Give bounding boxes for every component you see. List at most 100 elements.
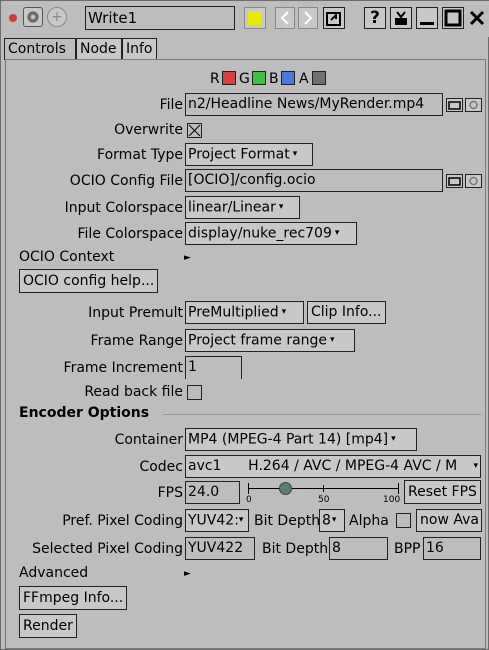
advanced-label[interactable]: Advanced [19, 563, 88, 583]
frame-increment-field[interactable]: 1 [185, 356, 242, 379]
file-browse-button[interactable] [446, 98, 463, 112]
codec-value: avc1 H.264 / AVC / MPEG-4 AVC / M [188, 458, 458, 474]
dropdown-arrow-icon: ▾ [281, 307, 287, 317]
selected-pixel-coding-field: YUV422 [185, 537, 255, 560]
container-dropdown[interactable]: MP4 (MPEG-4 Part 14) [mp4] ▾ [185, 428, 417, 451]
file-colorspace-value: display/nuke_rec709 [188, 225, 332, 242]
float-button[interactable] [323, 7, 345, 29]
channel-r-label: R [210, 71, 220, 87]
ocio-config-file-field[interactable]: [OCIO]/config.ocio [185, 169, 443, 192]
pref-pixel-coding-label: Pref. Pixel Coding [62, 513, 183, 529]
selected-bit-depth-label: Bit Depth [262, 541, 329, 557]
input-colorspace-label: Input Colorspace [64, 200, 183, 216]
slider-tick-label-50: 50 [318, 495, 330, 505]
channel-b-checkbox[interactable] [281, 71, 295, 85]
title-bar: + Write1 ? [1, 1, 489, 37]
slider-tick [398, 483, 399, 494]
bit-depth-dropdown[interactable]: 8▾ [319, 509, 345, 532]
format-type-dropdown[interactable]: Project Format ▾ [185, 143, 313, 166]
pref-pixel-coding-dropdown[interactable]: YUV42:▾ [185, 509, 249, 532]
node-icon-button[interactable] [23, 7, 43, 27]
alpha-checkbox[interactable] [396, 513, 411, 528]
file-colorspace-dropdown[interactable]: display/nuke_rec709 ▾ [185, 222, 357, 245]
input-premult-value: PreMultiplied [188, 304, 279, 321]
refresh-icon [469, 176, 478, 186]
ocio-config-help-button[interactable]: OCIO config help... [19, 269, 159, 293]
plus-icon: + [51, 9, 63, 25]
input-colorspace-value: linear/Linear [188, 199, 276, 216]
channel-r-checkbox[interactable] [222, 71, 236, 85]
ocio-browse-button[interactable] [446, 174, 463, 188]
maximize-button[interactable] [442, 7, 464, 29]
bit-depth-label: Bit Depth [254, 513, 321, 529]
read-back-file-checkbox[interactable] [187, 385, 202, 400]
defaults-icon [395, 11, 407, 25]
render-button[interactable]: Render [19, 614, 77, 638]
channel-g-checkbox[interactable] [252, 71, 266, 85]
frame-range-label: Frame Range [90, 333, 183, 349]
fps-label: FPS [157, 485, 183, 501]
help-button[interactable]: ? [364, 7, 386, 29]
dropdown-arrow-icon: ▾ [292, 149, 298, 159]
reset-fps-button[interactable]: Reset FPS [404, 480, 481, 504]
bit-depth-value: 8 [322, 512, 331, 529]
close-button[interactable] [467, 7, 487, 29]
dropdown-arrow-icon: ▾ [238, 515, 244, 525]
format-type-label: Format Type [97, 147, 183, 163]
ffmpeg-info-button[interactable]: FFmpeg Info... [19, 586, 128, 610]
ocio-config-file-label: OCIO Config File [69, 173, 183, 189]
expand-triangle-icon[interactable]: ► [184, 569, 191, 579]
input-colorspace-dropdown[interactable]: linear/Linear ▾ [185, 196, 300, 219]
channel-a-label: A [299, 71, 309, 87]
pref-pixel-coding-value: YUV42: [188, 512, 239, 529]
next-button[interactable] [298, 7, 318, 29]
checkmark-x-icon [188, 124, 201, 137]
node-name-field[interactable]: Write1 [85, 6, 235, 30]
codec-label: Codec [139, 459, 183, 475]
file-refresh-button[interactable] [465, 98, 482, 112]
overwrite-checkbox[interactable] [187, 123, 202, 138]
channel-b-label: B [269, 71, 279, 87]
frame-range-dropdown[interactable]: Project frame range ▾ [185, 329, 355, 352]
slider-tick-label-0: 0 [246, 495, 252, 505]
chevron-left-icon [280, 11, 289, 25]
tab-controls[interactable]: Controls [4, 38, 76, 60]
add-icon-button[interactable]: + [47, 7, 67, 27]
dropdown-arrow-icon: ▾ [473, 461, 478, 471]
channel-a-checkbox[interactable] [312, 71, 326, 85]
prev-button[interactable] [275, 7, 295, 29]
close-icon [469, 10, 485, 26]
tab-node[interactable]: Node [76, 38, 122, 60]
refresh-icon [469, 100, 478, 110]
file-path-field[interactable]: n2/Headline News/MyRender.mp4 [185, 93, 443, 116]
chevron-right-icon [304, 11, 313, 25]
clip-info-button[interactable]: Clip Info... [307, 301, 386, 324]
ocio-context-label[interactable]: OCIO Context [19, 247, 114, 267]
bpp-field: 16 [423, 537, 481, 560]
codec-dropdown[interactable]: avc1 H.264 / AVC / MPEG-4 AVC / M ▾ [185, 455, 481, 478]
fps-field[interactable]: 24.0 [185, 481, 240, 504]
input-premult-dropdown[interactable]: PreMultiplied ▾ [185, 301, 304, 324]
dropdown-arrow-icon: ▾ [278, 202, 284, 212]
file-label: File [159, 97, 183, 113]
overwrite-label: Overwrite [114, 122, 183, 138]
defaults-button[interactable] [390, 7, 412, 29]
ocio-refresh-button[interactable] [465, 174, 482, 188]
channel-g-label: G [239, 71, 250, 87]
color-swatch-icon [248, 11, 262, 25]
dropdown-arrow-icon: ▾ [331, 515, 337, 525]
slider-tick [248, 483, 249, 494]
gear-icon [27, 11, 39, 23]
node-color-button[interactable] [244, 7, 266, 29]
expand-triangle-icon[interactable]: ► [184, 253, 191, 263]
fps-slider[interactable]: 0 50 100 [246, 478, 403, 506]
maximize-icon [444, 9, 462, 27]
show-available-button[interactable]: now Ava [416, 509, 482, 532]
format-type-value: Project Format [188, 146, 290, 163]
bpp-label: BPP [394, 541, 421, 557]
minimize-button[interactable] [416, 7, 438, 29]
slider-handle[interactable] [279, 482, 292, 495]
node-color-dot-icon[interactable] [9, 14, 17, 22]
tab-info[interactable]: Info [122, 38, 157, 60]
controls-panel: R G B A File n2/Headline News/MyRender.m… [5, 59, 486, 649]
